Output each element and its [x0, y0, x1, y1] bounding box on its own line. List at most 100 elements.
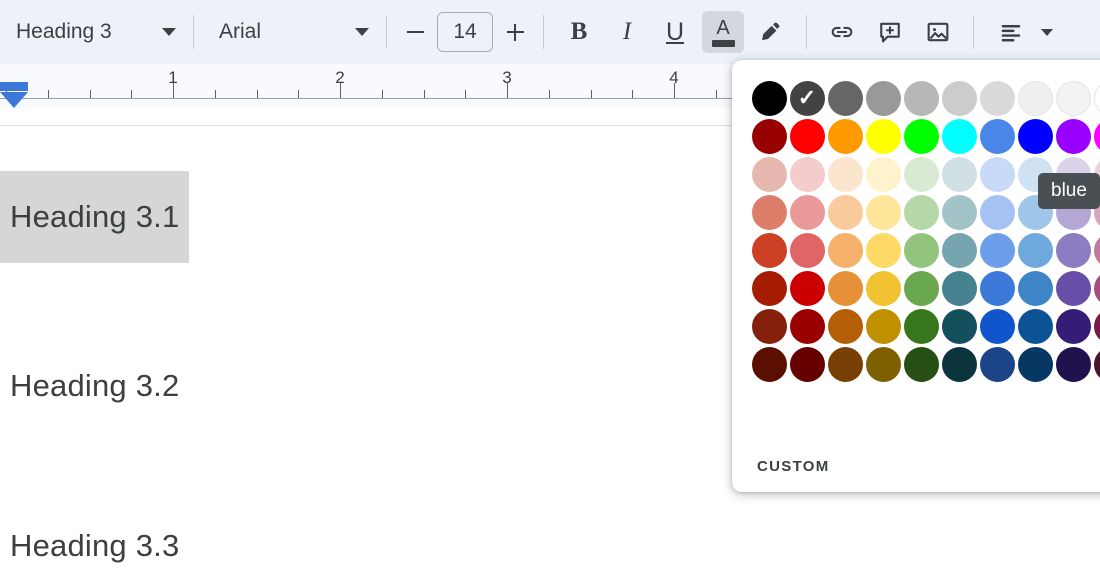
color-swatch[interactable]	[1016, 79, 1054, 117]
color-swatch[interactable]	[788, 307, 826, 345]
color-swatch[interactable]	[788, 155, 826, 193]
color-swatch[interactable]	[1054, 307, 1092, 345]
color-swatch-circle	[979, 194, 1015, 230]
color-swatch[interactable]	[750, 155, 788, 193]
color-swatch[interactable]	[902, 231, 940, 269]
add-comment-button[interactable]	[869, 11, 911, 53]
color-swatch[interactable]	[1092, 269, 1100, 307]
color-swatch[interactable]	[864, 345, 902, 383]
color-swatch[interactable]	[826, 231, 864, 269]
color-swatch[interactable]	[750, 79, 788, 117]
color-swatch[interactable]	[902, 269, 940, 307]
paragraph-style-dropdown[interactable]: Heading 3	[6, 10, 182, 54]
heading-3-3[interactable]: Heading 3.3	[10, 528, 179, 564]
color-swatch[interactable]	[826, 193, 864, 231]
color-swatch[interactable]	[1016, 269, 1054, 307]
color-swatch[interactable]	[864, 269, 902, 307]
color-swatch[interactable]	[902, 79, 940, 117]
color-swatch[interactable]	[1092, 231, 1100, 269]
color-swatch[interactable]	[940, 307, 978, 345]
color-swatch-circle	[865, 346, 901, 382]
color-swatch[interactable]	[978, 117, 1016, 155]
color-swatch[interactable]	[788, 193, 826, 231]
insert-image-button[interactable]	[917, 11, 959, 53]
color-swatch[interactable]	[864, 155, 902, 193]
color-swatch[interactable]	[902, 307, 940, 345]
decrease-font-size-button[interactable]	[398, 15, 432, 49]
color-swatch[interactable]	[978, 231, 1016, 269]
color-swatch[interactable]	[864, 79, 902, 117]
insert-link-button[interactable]	[821, 11, 863, 53]
color-swatch[interactable]	[1054, 79, 1092, 117]
left-indent-marker[interactable]	[0, 92, 28, 108]
color-swatch[interactable]	[978, 193, 1016, 231]
italic-button[interactable]: I	[606, 11, 648, 53]
color-swatch[interactable]	[940, 231, 978, 269]
color-swatch[interactable]	[1092, 307, 1100, 345]
color-swatch[interactable]	[750, 345, 788, 383]
color-swatch[interactable]	[1092, 79, 1100, 117]
color-swatch[interactable]	[750, 307, 788, 345]
color-swatch[interactable]	[978, 307, 1016, 345]
color-swatch[interactable]	[940, 345, 978, 383]
color-swatch[interactable]	[978, 155, 1016, 193]
color-swatch[interactable]	[1016, 117, 1054, 155]
text-color-picker-panel[interactable]: ✓ CUSTOM	[732, 60, 1100, 492]
font-family-dropdown[interactable]: Arial	[205, 10, 375, 54]
color-swatch[interactable]	[788, 345, 826, 383]
color-swatch[interactable]	[826, 269, 864, 307]
color-swatch[interactable]	[978, 269, 1016, 307]
heading-3-1[interactable]: Heading 3.1	[0, 171, 190, 263]
color-swatch[interactable]	[826, 79, 864, 117]
color-swatch[interactable]	[1054, 231, 1092, 269]
text-color-button[interactable]: A	[702, 11, 744, 53]
toolbar-divider	[806, 15, 807, 49]
color-swatch[interactable]	[1016, 345, 1054, 383]
color-swatch[interactable]	[788, 269, 826, 307]
color-swatch[interactable]	[902, 345, 940, 383]
color-swatch[interactable]	[1054, 117, 1092, 155]
heading-3-2[interactable]: Heading 3.2	[10, 368, 179, 404]
color-swatch[interactable]	[864, 117, 902, 155]
color-swatch[interactable]	[750, 117, 788, 155]
color-swatch[interactable]	[750, 231, 788, 269]
color-swatch[interactable]	[940, 269, 978, 307]
color-swatch[interactable]	[864, 231, 902, 269]
first-line-indent-marker[interactable]	[0, 82, 28, 91]
align-dropdown[interactable]	[985, 11, 1055, 53]
color-swatch[interactable]	[826, 155, 864, 193]
align-left-button[interactable]	[990, 11, 1032, 53]
color-swatch[interactable]	[1016, 231, 1054, 269]
bold-button[interactable]: B	[558, 11, 600, 53]
color-swatch[interactable]	[826, 345, 864, 383]
underline-button[interactable]: U	[654, 11, 696, 53]
color-swatch[interactable]	[826, 307, 864, 345]
color-swatch[interactable]	[902, 193, 940, 231]
color-swatch[interactable]	[826, 117, 864, 155]
color-swatch[interactable]: ✓	[788, 79, 826, 117]
color-swatch[interactable]	[978, 345, 1016, 383]
color-swatch[interactable]	[788, 117, 826, 155]
color-swatch[interactable]	[1092, 117, 1100, 155]
color-swatch[interactable]	[1092, 345, 1100, 383]
color-swatch[interactable]	[940, 79, 978, 117]
color-swatch[interactable]	[750, 269, 788, 307]
color-swatch[interactable]	[978, 79, 1016, 117]
increase-font-size-button[interactable]	[498, 15, 532, 49]
color-swatch[interactable]	[1054, 345, 1092, 383]
color-swatch[interactable]	[864, 307, 902, 345]
color-swatch[interactable]	[940, 117, 978, 155]
color-swatch[interactable]	[1054, 269, 1092, 307]
color-swatch[interactable]	[940, 193, 978, 231]
color-swatch[interactable]	[902, 117, 940, 155]
highlight-color-button[interactable]	[750, 11, 792, 53]
color-swatch[interactable]	[940, 155, 978, 193]
color-swatch-grid[interactable]: ✓	[750, 79, 1100, 383]
color-swatch[interactable]	[1016, 307, 1054, 345]
color-swatch-circle	[1055, 118, 1091, 154]
color-swatch[interactable]	[864, 193, 902, 231]
color-swatch[interactable]	[902, 155, 940, 193]
color-swatch[interactable]	[750, 193, 788, 231]
font-size-input[interactable]: 14	[437, 12, 493, 52]
color-swatch[interactable]	[788, 231, 826, 269]
